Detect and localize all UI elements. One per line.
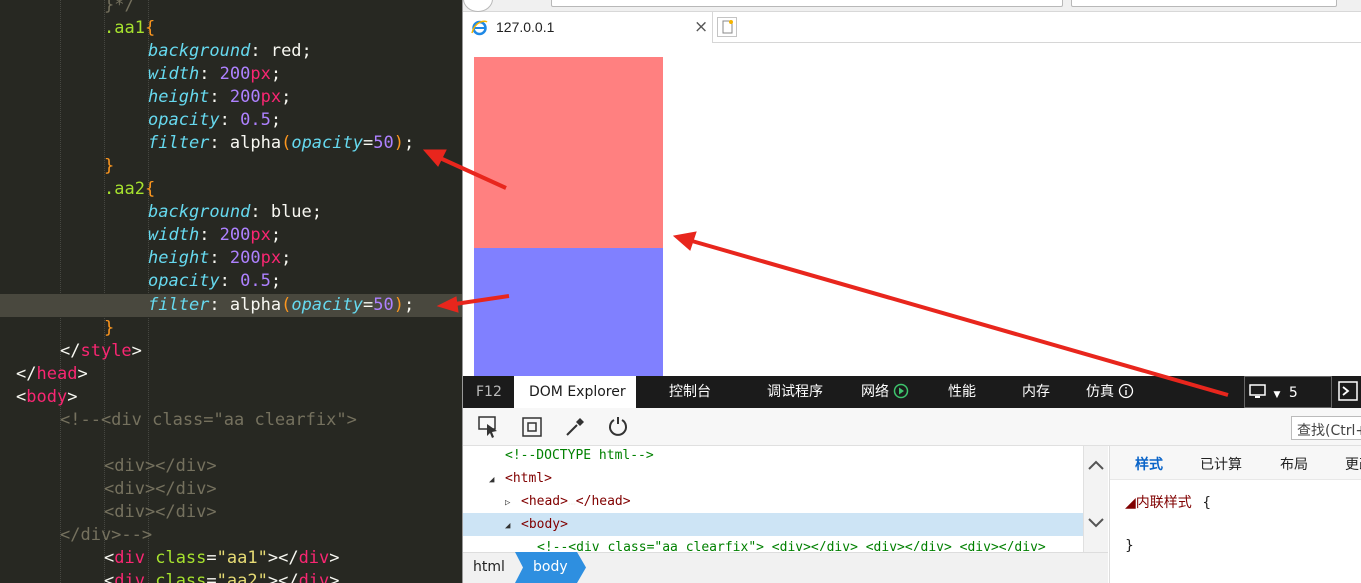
code-line: opacity: 0.5;: [148, 271, 282, 292]
address-bar-area: [463, 0, 1361, 12]
code-line: <!--<div class="aa clearfix">: [60, 409, 357, 430]
box-aa2: [474, 248, 663, 376]
open-brace: {: [1202, 495, 1212, 511]
expand-toggle-icon[interactable]: ▷: [505, 492, 521, 515]
devtools-panel: F12 DOM Explorer 控制台 调试程序 网络 性能 内存 仿真 ▼ …: [463, 376, 1361, 583]
code-line: width: 200px;: [148, 64, 282, 85]
browser-tab[interactable]: 127.0.0.1 ×: [463, 12, 713, 43]
breadcrumb: html body: [463, 552, 1108, 583]
code-line: width: 200px;: [148, 225, 282, 246]
chevron-down-icon: ▼: [1273, 390, 1281, 400]
code-line: </head>: [16, 363, 88, 384]
code-line: <div class="aa1"></div>: [104, 547, 340, 568]
tab-strip: 127.0.0.1 ×: [463, 12, 1361, 43]
dom-tree[interactable]: <!--DOCTYPE html--> ◢ <html> ▷ <head>…</head…: [463, 446, 1083, 551]
browser-window: 127.0.0.1 × F12 DOM Explorer 控制台 调试程序 网络: [462, 0, 1361, 583]
tab-styles[interactable]: 样式: [1135, 454, 1163, 474]
inline-style-label: ◢内联样式: [1125, 495, 1192, 511]
devtools-tab-bar: F12 DOM Explorer 控制台 调试程序 网络 性能 内存 仿真 ▼ …: [463, 376, 1361, 408]
code-line: <div></div>: [104, 501, 217, 522]
highlight-box-icon[interactable]: [520, 415, 544, 439]
tab-memory[interactable]: 内存: [1022, 376, 1050, 408]
dom-tree-scrollbar[interactable]: [1083, 446, 1108, 552]
code-editor[interactable]: }*/.aa1{background: red; width: 200px; hei…: [0, 0, 462, 583]
new-tab-icon: [722, 20, 733, 34]
dom-node[interactable]: ▷ <head>…</head>: [463, 490, 1083, 513]
tab-emulation-label: 仿真: [1086, 384, 1114, 400]
code-line: height: 200px;: [148, 87, 292, 108]
tab-network[interactable]: 网络: [861, 376, 909, 408]
color-picker-icon[interactable]: [563, 415, 587, 439]
breadcrumb-html[interactable]: html: [473, 559, 505, 575]
tab-layout[interactable]: 布局: [1280, 454, 1308, 474]
box-aa1: [474, 57, 663, 248]
code-line: <div></div>: [104, 478, 217, 499]
monitor-icon: [1249, 384, 1266, 398]
refresh-icon[interactable]: [606, 415, 630, 439]
code-line: .aa1{: [104, 18, 156, 39]
info-icon: [1119, 383, 1134, 399]
tab-dom-explorer[interactable]: DOM Explorer: [514, 376, 636, 408]
code-line: background: blue;: [148, 202, 323, 223]
code-line: }*/: [104, 0, 135, 15]
emulation-target-value: 5: [1288, 385, 1298, 401]
code-line: filter: alpha(opacity=50);: [0, 293, 462, 317]
tab-performance[interactable]: 性能: [948, 376, 976, 408]
dom-node[interactable]: <!--<div class="aa clearfix"> <div></div…: [463, 536, 1083, 551]
back-button[interactable]: [463, 0, 493, 12]
tab-debugger[interactable]: 调试程序: [767, 376, 823, 408]
page-viewport: [463, 43, 1361, 376]
console-icon: [1338, 381, 1358, 401]
code-line: .aa2{: [104, 179, 156, 200]
close-brace: }: [1125, 538, 1134, 554]
tab-network-label: 网络: [861, 384, 889, 400]
styles-pane: 样式 已计算 布局 更改 ◢内联样式 { }: [1109, 446, 1361, 583]
dom-node[interactable]: ◢ <body>: [463, 513, 1083, 536]
style-tabs: 样式 已计算 布局 更改: [1110, 446, 1361, 480]
tab-title: 127.0.0.1: [496, 19, 555, 35]
tab-changes[interactable]: 更改: [1345, 454, 1361, 474]
code-line: background: red;: [148, 41, 312, 62]
dom-node[interactable]: ◢ <html>: [463, 467, 1083, 490]
tab-emulation[interactable]: 仿真: [1086, 376, 1134, 408]
close-tab-icon[interactable]: ×: [694, 17, 708, 37]
code-line: <div></div>: [104, 455, 217, 476]
devtools-toolbar: 查找(Ctrl+: [463, 408, 1361, 446]
ie-icon: [471, 20, 488, 36]
select-element-icon[interactable]: [477, 415, 501, 439]
breadcrumb-body[interactable]: body: [533, 559, 568, 575]
code-line: }: [104, 156, 115, 177]
code-line: filter: alpha(opacity=50);: [148, 133, 415, 154]
f12-label: F12: [476, 384, 502, 400]
code-line: opacity: 0.5;: [148, 110, 282, 131]
code-line: <body>: [16, 386, 78, 407]
find-input[interactable]: 查找(Ctrl+: [1291, 416, 1361, 440]
address-field[interactable]: [551, 0, 1063, 7]
dom-node[interactable]: <!--DOCTYPE html-->: [463, 446, 1083, 467]
tab-computed[interactable]: 已计算: [1200, 454, 1242, 474]
expand-toggle-icon[interactable]: ◢: [505, 515, 521, 538]
inline-style-rule[interactable]: ◢内联样式 {: [1125, 492, 1211, 512]
code-line: height: 200px;: [148, 248, 292, 269]
search-field[interactable]: [1071, 0, 1337, 7]
tab-console[interactable]: 控制台: [669, 376, 711, 408]
expand-toggle-icon[interactable]: ◢: [489, 469, 505, 492]
record-icon: [894, 383, 909, 399]
code-line: <div class="aa2"></div>: [104, 571, 340, 583]
chevron-down-icon[interactable]: [1084, 510, 1108, 534]
new-tab-button[interactable]: [717, 17, 737, 37]
console-toggle-button[interactable]: [1338, 376, 1360, 408]
code-line: </div>-->: [60, 524, 153, 545]
chevron-up-icon[interactable]: [1084, 454, 1108, 478]
emulation-target-dropdown[interactable]: ▼ 5: [1244, 376, 1332, 408]
code-line: </style>: [60, 340, 142, 361]
code-line: }: [104, 317, 115, 338]
